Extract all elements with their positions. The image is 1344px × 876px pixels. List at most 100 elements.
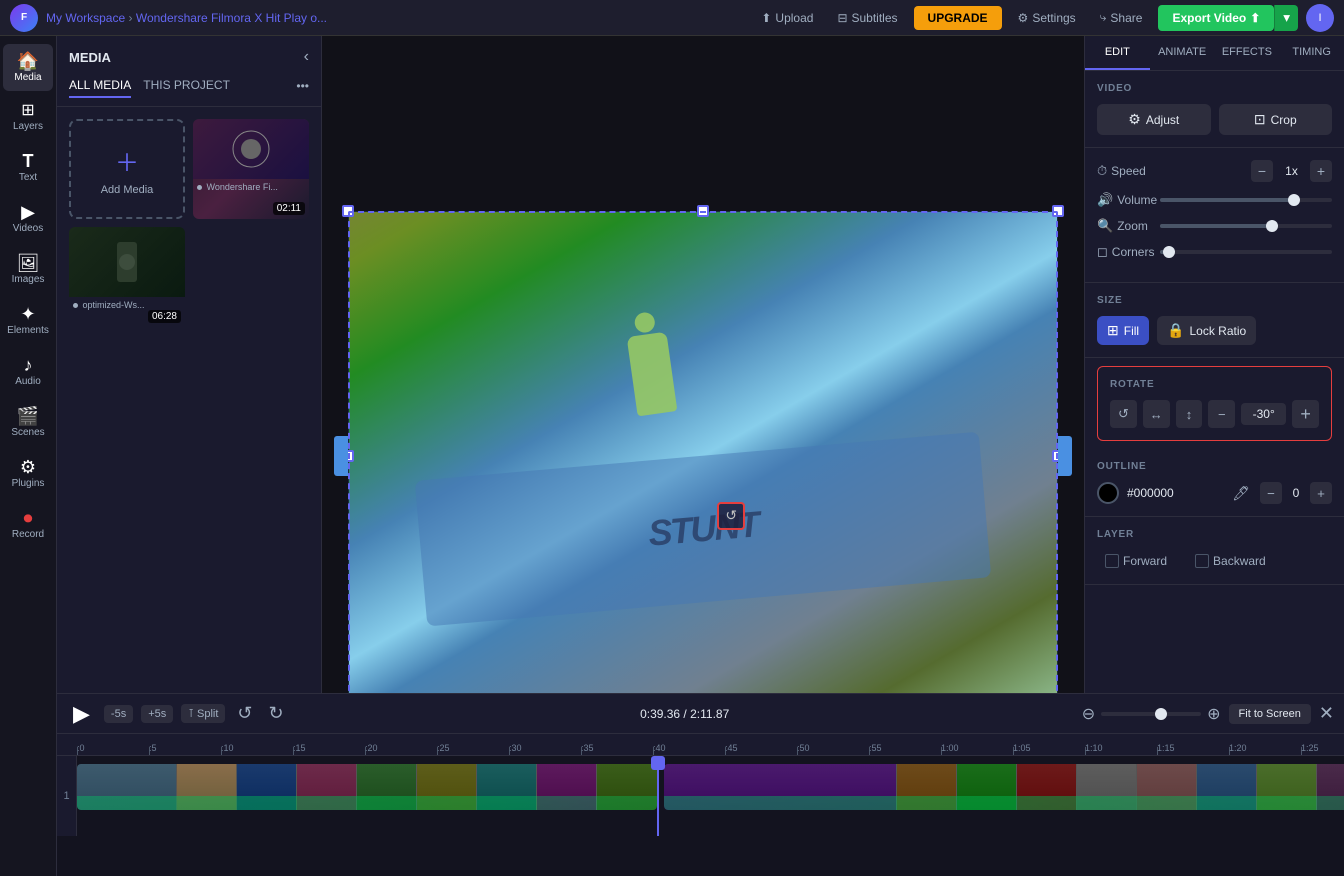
- sidebar-item-videos[interactable]: ▶ Videos: [3, 195, 53, 242]
- user-avatar[interactable]: I: [1306, 4, 1334, 32]
- zoom-slider[interactable]: [1101, 712, 1201, 716]
- zoom-out-button[interactable]: ⊖: [1082, 704, 1095, 724]
- rotate-section: ROTATE ↺ ↔ ↕ − -30° +: [1097, 366, 1332, 441]
- size-section-title: SIZE: [1097, 295, 1332, 306]
- tab-timing[interactable]: TIMING: [1279, 36, 1344, 70]
- subtitles-button[interactable]: ⊟ Subtitles: [829, 7, 905, 29]
- resize-handle-left-mid[interactable]: [334, 436, 348, 476]
- layer-section: LAYER Forward Backward: [1085, 517, 1344, 585]
- adjust-button[interactable]: ⚙ Adjust: [1097, 104, 1211, 135]
- corners-slider[interactable]: [1160, 250, 1332, 254]
- volume-label: 🔊 Volume: [1097, 192, 1152, 208]
- rotate-increase-button[interactable]: +: [1292, 400, 1319, 428]
- flip-h-button[interactable]: ↔: [1143, 400, 1170, 428]
- tab-animate[interactable]: ANIMATE: [1150, 36, 1215, 70]
- resize-handle-tm[interactable]: [697, 205, 709, 217]
- media-grid: ＋ Add Media Wondershare Fi... 02:11: [57, 107, 321, 339]
- media-tab-more[interactable]: •••: [296, 79, 309, 93]
- redo-button[interactable]: ↻: [264, 701, 287, 726]
- outline-increase-button[interactable]: +: [1310, 482, 1332, 504]
- sidebar-item-audio[interactable]: ♪ Audio: [3, 348, 53, 395]
- subtitles-icon: ⊟: [837, 11, 847, 25]
- tab-effects[interactable]: EFFECTS: [1215, 36, 1280, 70]
- video-action-buttons: ⚙ Adjust ⊡ Crop: [1097, 104, 1332, 135]
- topbar: F My Workspace › Wondershare Filmora X H…: [0, 0, 1344, 36]
- volume-slider[interactable]: [1160, 198, 1332, 202]
- playhead-marker: [651, 756, 665, 770]
- add-media-button[interactable]: ＋ Add Media: [69, 119, 185, 219]
- workspace-link[interactable]: My Workspace: [46, 11, 125, 25]
- zoom-slider[interactable]: [1160, 224, 1332, 228]
- rotate-decrease-button[interactable]: −: [1208, 400, 1235, 428]
- lock-ratio-button[interactable]: 🔒 Lock Ratio: [1157, 316, 1256, 345]
- export-button[interactable]: Export Video ⬆: [1158, 5, 1274, 31]
- play-button[interactable]: ▶: [67, 699, 96, 729]
- zoom-in-button[interactable]: ⊕: [1207, 704, 1220, 724]
- media-clip-1[interactable]: optimized-Ws... 06:28: [69, 227, 185, 327]
- speed-label: ⏱ Speed: [1097, 163, 1152, 179]
- corners-row: ◻ Corners: [1097, 244, 1332, 260]
- sidebar-item-scenes[interactable]: 🎬 Scenes: [3, 399, 53, 446]
- export-dropdown-button[interactable]: ▾: [1274, 5, 1298, 31]
- media-tab-all[interactable]: ALL MEDIA: [69, 74, 131, 98]
- sidebar-item-elements[interactable]: ✦ Elements: [3, 297, 53, 344]
- media-clip-0[interactable]: Wondershare Fi... 02:11: [193, 119, 309, 219]
- outline-color-swatch[interactable]: [1097, 482, 1119, 504]
- zoom-icon: 🔍: [1097, 218, 1113, 234]
- sidebar-item-media[interactable]: 🏠 Media: [3, 44, 53, 91]
- resize-handle-right-mid[interactable]: [1058, 436, 1072, 476]
- speed-controls: − 1x +: [1251, 160, 1332, 182]
- skip-back-button[interactable]: -5s: [104, 705, 133, 723]
- media-tab-project[interactable]: THIS PROJECT: [143, 74, 230, 98]
- outline-section: OUTLINE #000000 🖊 − 0 +: [1085, 449, 1344, 517]
- settings-button[interactable]: ⚙ Settings: [1010, 7, 1084, 29]
- media-clip-0-dot: [197, 185, 202, 190]
- crop-button[interactable]: ⊡ Crop: [1219, 104, 1333, 135]
- media-clip-1-duration: 06:28: [148, 310, 181, 323]
- sidebar-item-layers[interactable]: ⊞ Layers: [3, 95, 53, 140]
- videos-icon: ▶: [21, 203, 35, 221]
- speed-decrease-button[interactable]: −: [1251, 160, 1273, 182]
- fill-button[interactable]: ⊞ Fill: [1097, 316, 1149, 345]
- rotate-section-title: ROTATE: [1110, 379, 1319, 390]
- sidebar-item-text[interactable]: T Text: [3, 144, 53, 191]
- sidebar-item-record[interactable]: ⏺ Record: [3, 501, 53, 548]
- timeline-empty-area: [57, 836, 1344, 876]
- adjust-icon: ⚙: [1128, 111, 1141, 128]
- volume-icon: 🔊: [1097, 192, 1113, 208]
- timeline-close-button[interactable]: ✕: [1319, 703, 1334, 724]
- eyedropper-button[interactable]: 🖊: [1230, 483, 1252, 504]
- lock-ratio-icon: 🔒: [1167, 322, 1184, 339]
- share-button[interactable]: ⤷ Share: [1092, 6, 1151, 29]
- size-buttons: ⊞ Fill 🔒 Lock Ratio: [1097, 316, 1332, 345]
- layer-buttons: Forward Backward: [1097, 550, 1332, 572]
- upload-button[interactable]: ⬆ Upload: [753, 7, 821, 29]
- layer-forward-button[interactable]: Forward: [1097, 550, 1175, 572]
- skip-forward-button[interactable]: +5s: [141, 705, 173, 723]
- media-panel-collapse-button[interactable]: ‹: [304, 48, 309, 66]
- ruler-inner: :0 :5 :10 :15 :20 :25 :30 :35: [77, 734, 1344, 755]
- flip-v-button[interactable]: ↕: [1176, 400, 1203, 428]
- rotation-handle[interactable]: ↺: [717, 502, 745, 530]
- outline-decrease-button[interactable]: −: [1260, 482, 1282, 504]
- split-button[interactable]: ⊺ Split: [181, 704, 225, 723]
- settings-icon: ⚙: [1018, 11, 1029, 25]
- share-icon: ⤷: [1100, 10, 1107, 25]
- undo-button[interactable]: ↺: [233, 701, 256, 726]
- timeline-tracks: 1: [57, 756, 1344, 836]
- resize-handle-tr[interactable]: [1052, 205, 1064, 217]
- layer-backward-button[interactable]: Backward: [1187, 550, 1274, 572]
- track-clip-left: [77, 764, 657, 810]
- scenes-icon: 🎬: [17, 407, 39, 425]
- upgrade-button[interactable]: UPGRADE: [914, 6, 1002, 30]
- speed-increase-button[interactable]: +: [1310, 160, 1332, 182]
- sidebar-item-images[interactable]: 🖼 Images: [3, 246, 53, 293]
- tab-edit[interactable]: EDIT: [1085, 36, 1150, 70]
- speed-section: ⏱ Speed − 1x + 🔊 Volume: [1085, 148, 1344, 283]
- corners-icon: ◻: [1097, 244, 1108, 260]
- media-clip-1-dot: [73, 303, 78, 308]
- resize-handle-tl[interactable]: [342, 205, 354, 217]
- fit-to-screen-button[interactable]: Fit to Screen: [1229, 704, 1311, 724]
- rotate-cw-button[interactable]: ↺: [1110, 400, 1137, 428]
- sidebar-item-plugins[interactable]: ⚙ Plugins: [3, 450, 53, 497]
